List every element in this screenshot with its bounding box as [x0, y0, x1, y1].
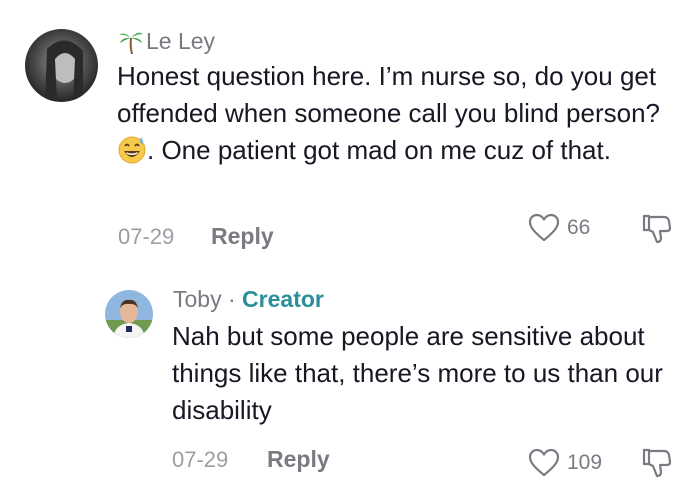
reply-button[interactable]: Reply: [267, 446, 330, 473]
comment-text-part: . One patient got mad on me cuz of that.: [147, 135, 611, 165]
like-count: 66: [567, 216, 591, 239]
heart-icon: [528, 448, 560, 478]
creator-badge: Creator: [242, 286, 324, 312]
heart-icon: [528, 213, 560, 243]
comment-date: 07-29: [118, 224, 175, 249]
like-button[interactable]: 109: [528, 448, 602, 478]
avatar[interactable]: [25, 29, 98, 102]
reply-username[interactable]: Toby: [173, 286, 222, 312]
dislike-icon[interactable]: [640, 446, 674, 480]
like-count: 109: [567, 451, 603, 474]
reply-date: 07-29: [172, 447, 229, 472]
grinning-sweat-emoji-icon: [117, 134, 147, 164]
dislike-icon[interactable]: [640, 212, 674, 246]
separator-dot: ·: [227, 286, 236, 312]
like-button[interactable]: 66: [528, 213, 590, 243]
comment-username[interactable]: Le Ley: [146, 28, 215, 55]
comment-text: Honest question here. I’m nurse so, do y…: [117, 58, 682, 169]
palm-tree-icon: [118, 28, 144, 54]
avatar[interactable]: [105, 290, 153, 338]
comment-text-part: Honest question here. I’m nurse so, do y…: [117, 61, 661, 128]
reply-text: Nah but some people are sensitive about …: [172, 321, 663, 425]
reply-button[interactable]: Reply: [211, 223, 274, 250]
